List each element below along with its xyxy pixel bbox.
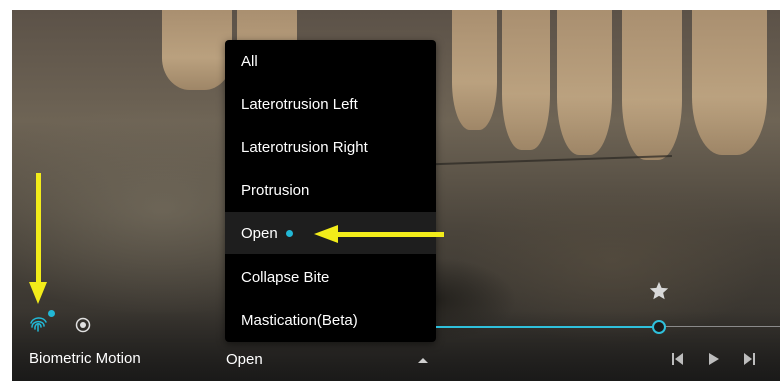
menu-item-label: All (241, 52, 258, 70)
motion-select-value[interactable]: Open (226, 351, 263, 368)
timeline-playhead[interactable] (652, 320, 666, 334)
record-icon[interactable] (75, 317, 91, 333)
star-icon[interactable] (648, 280, 670, 302)
menu-item-label: Mastication(Beta) (241, 311, 358, 329)
menu-item-mastication[interactable]: Mastication(Beta) (225, 299, 436, 341)
menu-item-collapse-bite[interactable]: Collapse Bite (225, 256, 436, 298)
menu-item-protrusion[interactable]: Protrusion (225, 169, 436, 211)
menu-item-label: Collapse Bite (241, 268, 330, 286)
annotation-arrowhead-left (314, 225, 338, 243)
timeline-progress[interactable] (436, 326, 656, 328)
menu-item-laterotrusion-right[interactable]: Laterotrusion Right (225, 126, 436, 168)
menu-item-laterotrusion-left[interactable]: Laterotrusion Left (225, 83, 436, 125)
menu-item-all[interactable]: All (225, 40, 436, 82)
timeline-track[interactable] (664, 326, 780, 327)
selected-indicator-dot (285, 229, 293, 237)
play-icon[interactable] (706, 352, 722, 366)
annotation-arrowhead-down (29, 282, 47, 304)
fingerprint-icon[interactable] (28, 313, 48, 333)
top-strip (0, 0, 780, 10)
skip-forward-icon[interactable] (741, 352, 757, 366)
menu-item-label: Laterotrusion Left (241, 95, 358, 113)
motion-dropdown-menu: All Laterotrusion Left Laterotrusion Rig… (225, 40, 436, 342)
skip-back-icon[interactable] (670, 352, 686, 366)
annotation-arrow-vertical (36, 173, 41, 285)
menu-item-label: Open (241, 224, 278, 242)
caret-up-icon[interactable] (418, 358, 428, 363)
biometric-motion-label: Biometric Motion (29, 350, 141, 367)
annotation-arrow-horizontal (336, 232, 444, 237)
menu-item-label: Protrusion (241, 181, 310, 199)
notification-dot (48, 310, 55, 317)
menu-item-label: Laterotrusion Right (241, 138, 368, 156)
